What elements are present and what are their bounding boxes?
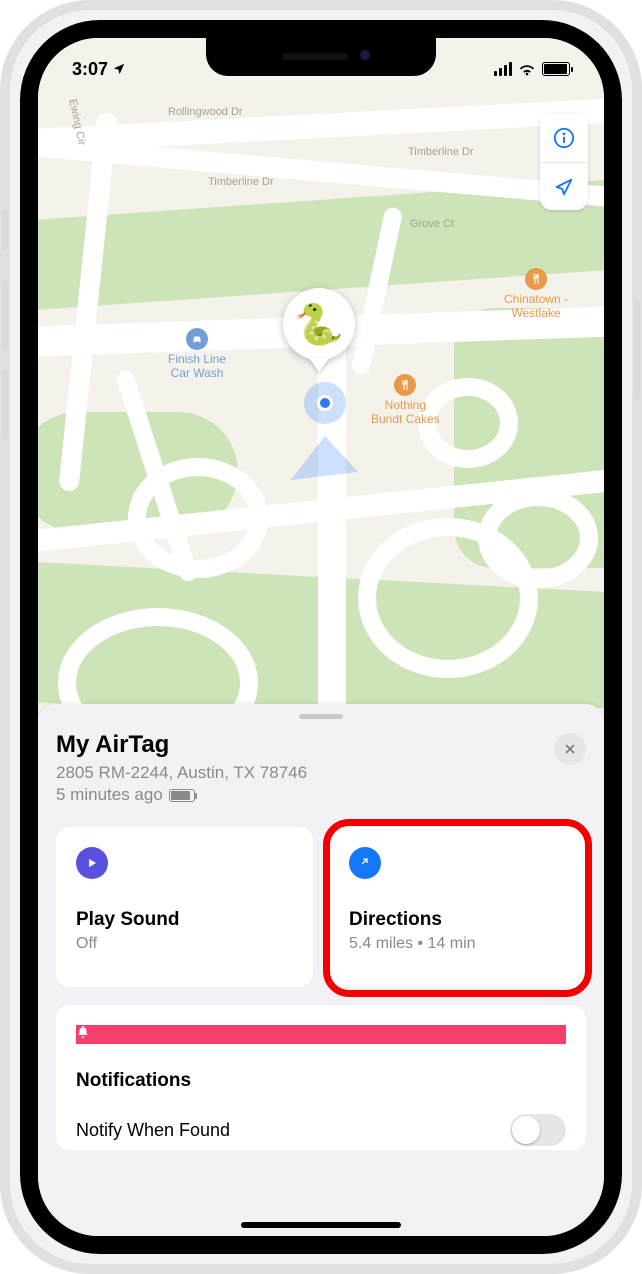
airtag-updated-time: 5 minutes ago — [56, 785, 163, 805]
close-icon — [563, 742, 577, 756]
volume-up-button — [2, 280, 8, 350]
current-location-dot — [304, 382, 346, 424]
map-locate-button[interactable] — [540, 162, 588, 210]
play-sound-card[interactable]: Play Sound Off — [56, 827, 313, 987]
notifications-title: Notifications — [76, 1070, 566, 1092]
map-info-button[interactable] — [540, 114, 588, 162]
poi-car-wash[interactable]: Finish Line Car Wash — [168, 328, 226, 381]
road-label: Rollingwood Dr — [168, 106, 243, 118]
play-sound-sub: Off — [76, 935, 293, 953]
volume-down-button — [2, 370, 8, 440]
notch — [206, 38, 436, 76]
marker-tail — [309, 358, 329, 372]
road-label: Timberline Dr — [408, 146, 474, 158]
action-cards-row: Play Sound Off Directions 5.4 miles • 14… — [56, 827, 586, 987]
notify-when-found-row[interactable]: Notify When Found — [76, 1114, 566, 1146]
airtag-updated-row: 5 minutes ago — [56, 785, 586, 805]
notify-when-found-label: Notify When Found — [76, 1120, 230, 1141]
battery-icon — [542, 62, 570, 76]
poi-label: Finish Line Car Wash — [168, 353, 226, 381]
road-label: Timberline Dr — [208, 176, 274, 188]
directions-sub: 5.4 miles • 14 min — [349, 935, 566, 953]
mute-switch — [2, 210, 8, 250]
screen: 3:07 — [38, 38, 604, 1236]
restaurant-icon — [394, 374, 416, 396]
close-button[interactable] — [554, 733, 586, 765]
device-frame: 3:07 — [0, 0, 642, 1274]
car-wash-icon — [186, 328, 208, 350]
bell-icon — [76, 1025, 566, 1044]
status-time: 3:07 — [72, 59, 108, 80]
road-label: Grove Ct — [410, 218, 454, 230]
directions-title: Directions — [349, 909, 566, 931]
airtag-address: 2805 RM-2244, Austin, TX 78746 — [56, 763, 586, 783]
status-time-group: 3:07 — [72, 59, 126, 80]
notify-when-found-switch[interactable] — [510, 1114, 566, 1146]
airtag-emoji-icon: 🐍 — [283, 288, 355, 360]
poi-chinatown[interactable]: Chinatown - Westlake — [504, 268, 568, 321]
status-right — [494, 62, 570, 76]
restaurant-icon — [525, 268, 547, 290]
play-sound-title: Play Sound — [76, 909, 293, 931]
airtag-title: My AirTag — [56, 731, 586, 759]
map-view[interactable]: Rollingwood Dr Timberline Dr Timberline … — [38, 38, 604, 708]
bottom-sheet[interactable]: My AirTag 2805 RM-2244, Austin, TX 78746… — [38, 704, 604, 1236]
tutorial-highlight — [323, 819, 592, 997]
poi-label: Chinatown - Westlake — [504, 293, 568, 321]
airtag-map-marker[interactable]: 🐍 — [283, 288, 355, 372]
sheet-grab-handle[interactable] — [299, 714, 343, 719]
power-button — [634, 300, 640, 400]
location-services-icon — [112, 62, 126, 76]
cellular-icon — [494, 62, 512, 76]
sheet-header: My AirTag 2805 RM-2244, Austin, TX 78746… — [56, 731, 586, 805]
poi-label: Nothing Bundt Cakes — [371, 399, 440, 427]
map-road — [128, 458, 268, 578]
info-icon — [553, 127, 575, 149]
location-arrow-icon — [553, 176, 575, 198]
notifications-card[interactable]: Notifications Notify When Found — [56, 1005, 586, 1150]
airtag-battery-icon — [169, 789, 195, 802]
map-controls — [540, 114, 588, 210]
map-road — [478, 488, 598, 588]
device-bezel: 3:07 — [20, 20, 622, 1254]
directions-card[interactable]: Directions 5.4 miles • 14 min — [329, 827, 586, 987]
wifi-icon — [518, 62, 536, 76]
directions-icon — [349, 847, 381, 879]
home-indicator[interactable] — [241, 1222, 401, 1228]
play-icon — [76, 847, 108, 879]
poi-bundt-cakes[interactable]: Nothing Bundt Cakes — [371, 374, 440, 427]
